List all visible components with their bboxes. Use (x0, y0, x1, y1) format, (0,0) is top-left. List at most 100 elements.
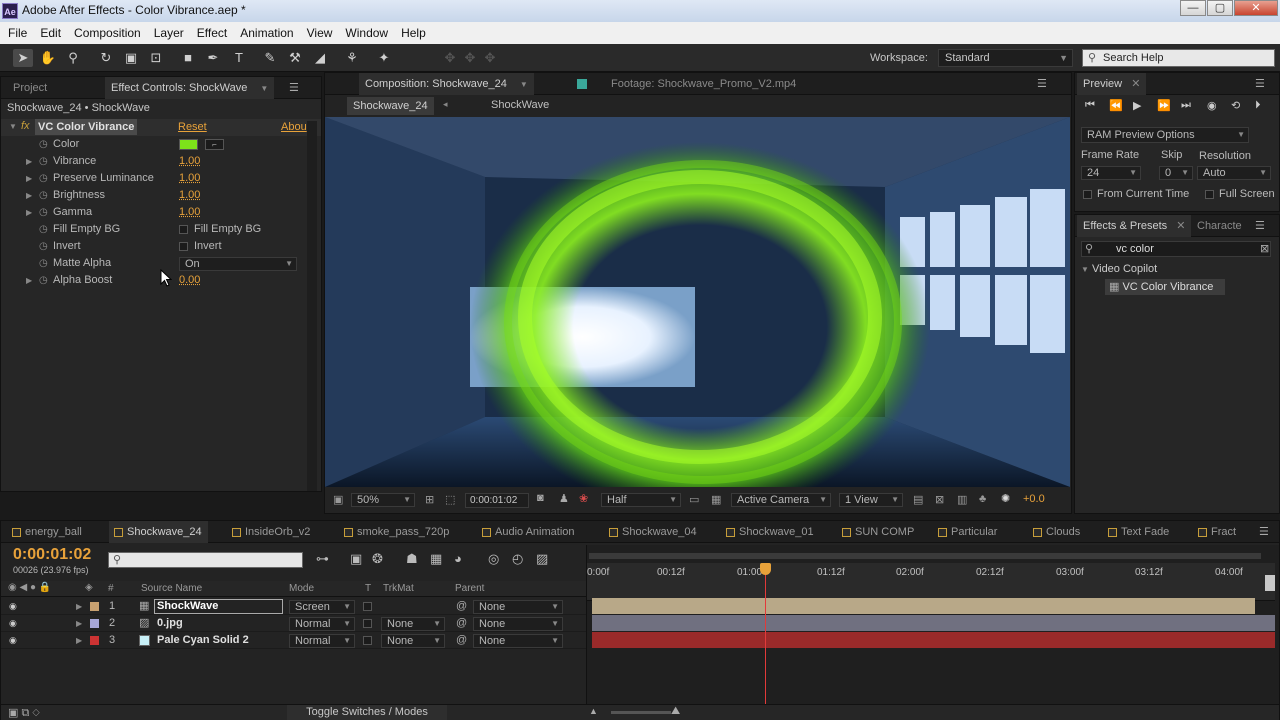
stopwatch-icon[interactable]: ◷ (39, 221, 48, 238)
toggle-switches-modes-button[interactable]: Toggle Switches / Modes (287, 705, 447, 720)
stopwatch-icon[interactable]: ◷ (39, 204, 48, 221)
roto-brush-tool-icon[interactable]: ⚘ (342, 49, 362, 67)
brainstorm-icon[interactable]: ◕ (454, 551, 462, 566)
expand-triangle-icon[interactable]: ▶ (26, 153, 32, 170)
preserve-transparency-checkbox[interactable] (363, 636, 372, 645)
zoom-out-icon[interactable]: ▲ (589, 706, 598, 716)
eraser-tool-icon[interactable]: ◢ (310, 49, 330, 67)
panel-menu-icon[interactable]: ☰ (1259, 525, 1269, 538)
channel-icon[interactable]: ❀ (579, 492, 588, 505)
visibility-eye-icon[interactable]: ◉ (9, 632, 17, 649)
tab-shockwave-01[interactable]: Shockwave_01 (721, 521, 814, 543)
layer-color-label[interactable] (90, 636, 99, 645)
pickwhip-icon[interactable]: @ (456, 598, 467, 615)
time-ruler[interactable]: 0:00f 00:12f 01:00 01:12f 02:00f 02:12f … (587, 563, 1275, 601)
flowchart-icon[interactable]: ♣ (979, 493, 986, 505)
layer-color-label[interactable] (90, 602, 99, 611)
stopwatch-icon[interactable]: ◷ (39, 272, 48, 289)
expand-triangle-icon[interactable]: ▶ (76, 615, 82, 632)
expand-triangle-icon[interactable]: ▶ (76, 632, 82, 649)
layer-mode-dropdown[interactable]: Normal ▼ (289, 617, 355, 631)
stopwatch-icon[interactable]: ◷ (39, 170, 48, 187)
first-frame-icon[interactable]: ⏮ (1085, 99, 1095, 112)
visibility-eye-icon[interactable]: ◉ (9, 615, 17, 632)
search-help-input[interactable]: ⚲ Search Help (1082, 49, 1275, 67)
previous-frame-icon[interactable]: ⏪ (1109, 99, 1123, 112)
camera-tool-icon[interactable]: ▣ (121, 49, 141, 67)
effect-name[interactable]: VC Color Vibrance (35, 119, 138, 135)
timeline-search-input[interactable]: ⚲ (108, 552, 303, 568)
hand-tool-icon[interactable]: ✋ (38, 49, 58, 67)
expand-triangle-icon[interactable]: ▶ (26, 187, 32, 204)
time-graph[interactable]: 0:00f 00:12f 01:00 01:12f 02:00f 02:12f … (586, 545, 1279, 720)
full-screen-checkbox[interactable] (1205, 190, 1214, 199)
tab-sun-comp[interactable]: SUN COMP (837, 521, 914, 543)
color-swatch[interactable] (179, 139, 198, 150)
tab-particular[interactable]: Particular (933, 521, 997, 543)
layer-mode-dropdown[interactable]: Screen ▼ (289, 600, 355, 614)
layer-row[interactable]: ◉ ▶ 1 ▦ ShockWave Screen ▼ @ None ▼ (1, 598, 586, 615)
trkmat-dropdown[interactable]: None ▼ (381, 617, 445, 631)
show-snapshot-icon[interactable]: ♟ (559, 492, 569, 505)
eyedropper-icon[interactable]: ⌐ (205, 139, 224, 150)
timeline-current-time[interactable]: 0:00:01:02 (13, 546, 91, 564)
property-value[interactable]: 0.00 (179, 272, 200, 289)
stopwatch-icon[interactable]: ◷ (39, 153, 48, 170)
expand-triangle-icon[interactable]: ▶ (26, 204, 32, 221)
puppet-tool-icon[interactable]: ✦ (374, 49, 394, 67)
safe-zones-icon[interactable]: ⊞ (425, 493, 434, 506)
stopwatch-icon[interactable]: ◷ (39, 136, 48, 153)
parent-dropdown[interactable]: None ▼ (473, 617, 563, 631)
loop-icon[interactable]: ⟲ (1231, 99, 1240, 112)
expand-triangle-icon[interactable]: ▶ (26, 170, 32, 187)
maximize-button[interactable]: ▢ (1207, 0, 1233, 16)
tab-footage[interactable]: Footage: Shockwave_Promo_V2.mp4 (575, 73, 802, 95)
comp-breadcrumb-current[interactable]: Shockwave_24 (347, 97, 434, 115)
parent-dropdown[interactable]: None ▼ (473, 600, 563, 614)
tab-text-fade[interactable]: Text Fade (1103, 521, 1169, 543)
fx-icon[interactable]: fx (21, 120, 30, 132)
hide-shy-layers-icon[interactable]: ❂ (372, 551, 383, 567)
menu-file[interactable]: File (8, 26, 27, 40)
property-value[interactable]: 1.00 (179, 187, 200, 204)
selection-tool-icon[interactable]: ➤ (13, 49, 33, 67)
minimize-button[interactable]: — (1180, 0, 1206, 16)
scrollbar[interactable] (1265, 575, 1275, 591)
pan-behind-tool-icon[interactable]: ⊡ (146, 49, 166, 67)
brush-tool-icon[interactable]: ✎ (260, 49, 280, 67)
layer-name[interactable]: ShockWave (154, 599, 283, 614)
pen-tool-icon[interactable]: ✒ (203, 49, 223, 67)
zoom-slider[interactable] (611, 711, 671, 714)
fill-empty-bg-checkbox[interactable] (179, 225, 188, 234)
expand-triangle-icon[interactable]: ▶ (76, 598, 82, 615)
region-of-interest-icon[interactable]: ▭ (689, 493, 699, 506)
draft-3d-icon[interactable]: ▣ (350, 551, 362, 567)
tab-effect-controls[interactable]: Effect Controls: ShockWave ▼ (105, 77, 275, 99)
camera-dropdown[interactable]: Active Camera ▼ (731, 493, 831, 507)
panel-menu-icon[interactable]: ☰ (1255, 77, 1265, 90)
comp-breadcrumb-layer[interactable]: ShockWave (491, 99, 549, 111)
snapshot-icon[interactable]: ◙ (537, 492, 544, 504)
panel-menu-icon[interactable]: ☰ (1255, 219, 1265, 232)
current-time-field[interactable]: 0:00:01:02 (465, 493, 529, 508)
stopwatch-icon[interactable]: ◷ (39, 238, 48, 255)
reset-link[interactable]: Reset (178, 121, 207, 133)
tab-effects-presets[interactable]: Effects & Presets ✕ (1077, 215, 1192, 237)
graph-editor-timer-icon[interactable]: ◴ (512, 551, 523, 567)
pickwhip-icon[interactable]: @ (456, 615, 467, 632)
layer-bar[interactable] (592, 615, 1275, 631)
layer-name[interactable]: Pale Cyan Solid 2 (157, 632, 249, 649)
layer-bar[interactable] (592, 598, 1255, 614)
menu-view[interactable]: View (307, 26, 333, 40)
ram-preview-options-dropdown[interactable]: RAM Preview Options ▼ (1081, 127, 1249, 143)
resolution-dropdown[interactable]: Half ▼ (601, 493, 681, 507)
menu-composition[interactable]: Composition (74, 26, 141, 40)
visibility-eye-icon[interactable]: ◉ (9, 598, 17, 615)
effect-folder-video-copilot[interactable]: ▼ Video Copilot (1081, 263, 1157, 275)
last-frame-icon[interactable]: ⏭ (1181, 99, 1191, 112)
close-button[interactable]: ✕ (1234, 0, 1278, 16)
pickwhip-icon[interactable]: @ (456, 632, 467, 649)
layer-row[interactable]: ◉ ▶ 3 Pale Cyan Solid 2 Normal ▼ None ▼ @ … (1, 632, 586, 649)
ram-preview-icon[interactable]: ⏵ (1255, 99, 1261, 112)
view-layout-dropdown[interactable]: 1 View ▼ (839, 493, 903, 507)
